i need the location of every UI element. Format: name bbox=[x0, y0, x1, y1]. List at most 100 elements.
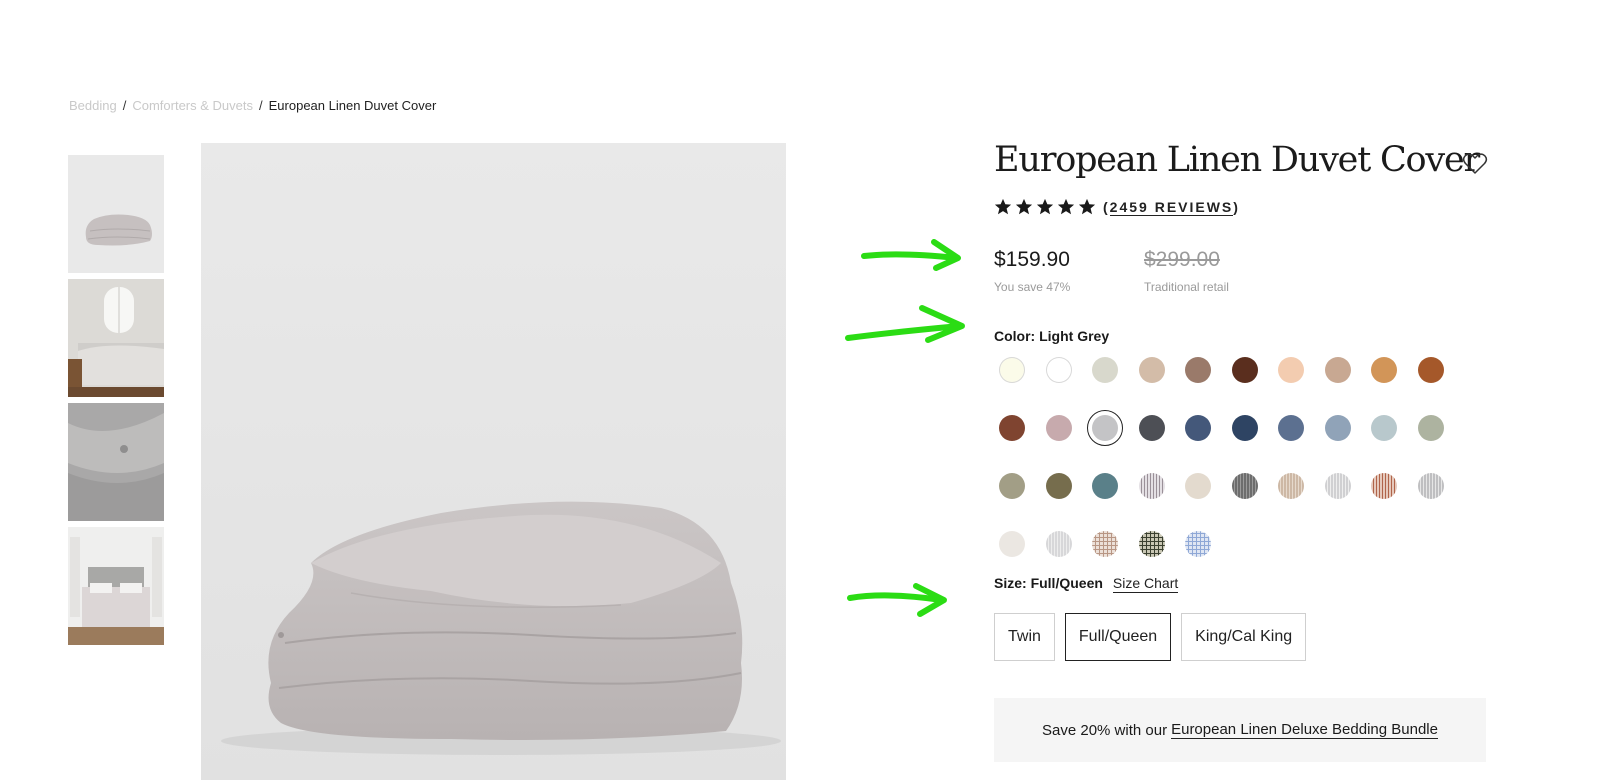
bundle-promo: Save 20% with our European Linen Deluxe … bbox=[994, 698, 1486, 762]
color-swatch[interactable] bbox=[1320, 468, 1356, 504]
color-swatch-dot bbox=[1185, 531, 1211, 557]
color-swatch-dot bbox=[1417, 473, 1444, 499]
color-swatch-dot bbox=[1417, 415, 1444, 441]
color-swatch[interactable] bbox=[1041, 410, 1077, 446]
color-swatch[interactable] bbox=[1180, 526, 1216, 562]
color-swatch[interactable] bbox=[1320, 352, 1356, 388]
size-label-row: Size: Full/Queen Size Chart bbox=[994, 575, 1179, 593]
original-price-group: $299.00 Traditional retail bbox=[1144, 248, 1324, 294]
thumbnail-bed-front[interactable] bbox=[68, 527, 164, 645]
color-swatch-dot bbox=[1278, 357, 1304, 383]
reviews-count[interactable]: 2459 REVIEWS bbox=[1109, 199, 1234, 216]
color-swatch-dot bbox=[999, 415, 1025, 441]
thumbnail-list bbox=[68, 155, 164, 651]
color-swatch[interactable] bbox=[1227, 410, 1263, 446]
color-label: Color: Light Grey bbox=[994, 328, 1110, 344]
color-swatch-dot bbox=[1185, 357, 1211, 383]
size-option-twin[interactable]: Twin bbox=[994, 613, 1055, 661]
color-swatch[interactable] bbox=[1227, 468, 1263, 504]
color-swatch[interactable] bbox=[1366, 468, 1402, 504]
color-swatch[interactable] bbox=[1273, 468, 1309, 504]
color-swatch-dot bbox=[1371, 415, 1397, 441]
color-swatch-dot bbox=[999, 473, 1025, 499]
annotation-arrow-size bbox=[846, 580, 956, 620]
main-product-image[interactable] bbox=[201, 143, 786, 780]
color-swatch[interactable] bbox=[1413, 468, 1449, 504]
color-swatch[interactable] bbox=[1041, 468, 1077, 504]
size-option-full-queen[interactable]: Full/Queen bbox=[1064, 613, 1172, 661]
color-swatch[interactable] bbox=[1273, 352, 1309, 388]
breadcrumb-link-comforters-duvets[interactable]: Comforters & Duvets bbox=[132, 98, 253, 113]
annotation-arrow-price bbox=[860, 236, 970, 272]
star-icon bbox=[1036, 198, 1057, 216]
size-label: Size: Full/Queen bbox=[994, 575, 1103, 591]
color-swatch-dot bbox=[1231, 415, 1258, 441]
reviews-link[interactable]: (2459 REVIEWS) bbox=[1103, 199, 1240, 216]
color-swatch[interactable] bbox=[1366, 410, 1402, 446]
color-swatch[interactable] bbox=[1087, 468, 1123, 504]
color-swatch[interactable] bbox=[1087, 526, 1123, 562]
color-swatch[interactable] bbox=[1041, 352, 1077, 388]
product-title: European Linen Duvet Cover bbox=[994, 140, 1480, 180]
wishlist-heart-icon[interactable] bbox=[1462, 152, 1488, 176]
color-swatch[interactable] bbox=[994, 468, 1030, 504]
original-price-label: Traditional retail bbox=[1144, 280, 1229, 294]
color-swatch-dot bbox=[1138, 415, 1165, 441]
color-swatch[interactable] bbox=[1180, 352, 1216, 388]
star-icon bbox=[1078, 198, 1099, 216]
color-swatch[interactable] bbox=[1134, 468, 1170, 504]
breadcrumb-separator: / bbox=[122, 98, 127, 113]
bundle-text: Save 20% with our bbox=[1042, 721, 1168, 739]
annotation-arrow-color bbox=[844, 302, 972, 346]
color-swatch-dot bbox=[1045, 357, 1072, 383]
color-swatch[interactable] bbox=[1134, 352, 1170, 388]
thumbnail-folded-duvet[interactable] bbox=[68, 155, 164, 273]
color-swatch[interactable] bbox=[1320, 410, 1356, 446]
color-swatch[interactable] bbox=[1413, 352, 1449, 388]
color-swatch-dot bbox=[1138, 531, 1165, 557]
color-swatch[interactable] bbox=[1413, 410, 1449, 446]
color-swatch-dot bbox=[999, 531, 1025, 557]
color-swatch-dot bbox=[1092, 531, 1118, 557]
color-swatch-dot bbox=[1045, 415, 1072, 441]
color-swatch[interactable] bbox=[1366, 352, 1402, 388]
color-swatch-dot bbox=[1092, 473, 1118, 499]
size-options: Twin Full/Queen King/Cal King bbox=[994, 613, 1307, 661]
color-swatch-dot bbox=[1231, 473, 1258, 499]
breadcrumb: Bedding / Comforters & Duvets / European… bbox=[69, 98, 436, 113]
bundle-link[interactable]: European Linen Deluxe Bedding Bundle bbox=[1171, 721, 1438, 739]
color-swatch[interactable] bbox=[1180, 468, 1216, 504]
thumbnail-bedroom-window[interactable] bbox=[68, 279, 164, 397]
color-swatch[interactable] bbox=[1134, 526, 1170, 562]
color-swatch[interactable] bbox=[1087, 352, 1123, 388]
color-swatch-dot bbox=[1324, 415, 1351, 441]
color-swatch[interactable] bbox=[1087, 410, 1123, 446]
color-swatch[interactable] bbox=[1273, 410, 1309, 446]
color-swatch-grid bbox=[994, 352, 1464, 562]
color-swatch-dot bbox=[1045, 473, 1072, 499]
breadcrumb-link-bedding[interactable]: Bedding bbox=[69, 98, 117, 113]
color-swatch[interactable] bbox=[1180, 410, 1216, 446]
color-swatch[interactable] bbox=[994, 526, 1030, 562]
color-swatch-dot bbox=[1185, 415, 1211, 441]
color-swatch-dot bbox=[1417, 357, 1444, 383]
rating: (2459 REVIEWS) bbox=[994, 198, 1240, 216]
color-swatch[interactable] bbox=[994, 410, 1030, 446]
color-swatch-dot bbox=[1185, 473, 1211, 499]
star-icon bbox=[994, 198, 1015, 216]
color-swatch-dot bbox=[1045, 531, 1072, 557]
color-swatch[interactable] bbox=[1134, 410, 1170, 446]
color-swatch-dot bbox=[999, 357, 1025, 383]
size-chart-link[interactable]: Size Chart bbox=[1112, 575, 1179, 593]
color-swatch[interactable] bbox=[994, 352, 1030, 388]
color-swatch-dot bbox=[1371, 357, 1397, 383]
color-swatch[interactable] bbox=[1041, 526, 1077, 562]
color-swatch[interactable] bbox=[1227, 352, 1263, 388]
color-swatch-dot bbox=[1231, 357, 1258, 383]
star-icon bbox=[1015, 198, 1036, 216]
thumbnail-linen-closeup[interactable] bbox=[68, 403, 164, 521]
color-swatch-dot bbox=[1324, 357, 1351, 383]
color-swatch-dot bbox=[1138, 473, 1165, 499]
reviews-paren-open: ( bbox=[1103, 199, 1110, 215]
size-option-king-cal-king[interactable]: King/Cal King bbox=[1181, 613, 1307, 661]
